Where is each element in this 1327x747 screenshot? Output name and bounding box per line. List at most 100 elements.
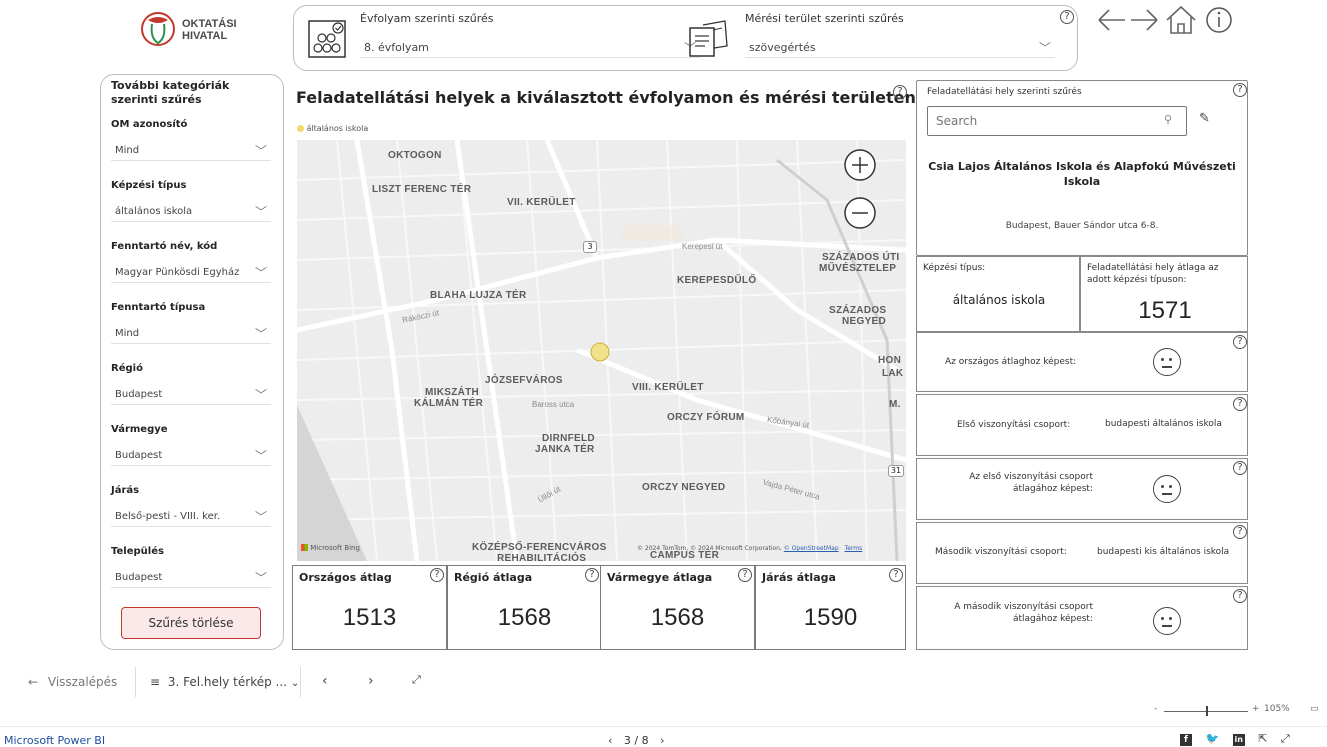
chevron-down-icon: ﹀ (254, 266, 267, 280)
arrow-right-icon[interactable] (1131, 9, 1158, 31)
sidebar-filter-select[interactable]: Budapest ﹀ (111, 568, 271, 588)
help-icon[interactable]: ? (1060, 10, 1074, 24)
prev-page-icon[interactable]: ‹ (322, 673, 328, 689)
help-icon[interactable]: ? (1233, 335, 1247, 349)
map-label-szazados-negyed-1: SZÁZADOS (829, 305, 887, 316)
info-icon[interactable] (1206, 7, 1232, 33)
terms-link[interactable]: Terms (845, 545, 863, 552)
first-group-value: budapesti általános iskola (1105, 419, 1222, 429)
bing-logo: Microsoft Bing (301, 544, 360, 552)
average-label: Járás átlaga (762, 571, 836, 584)
page-list-icon: ≡ (150, 675, 161, 689)
grade-filter-label: Évfolyam szerinti szűrés (360, 12, 494, 25)
chevron-down-icon: ﹀ (254, 327, 267, 341)
sidebar-filter-label: Vármegye (111, 424, 168, 435)
school-address: Budapest, Bauer Sándor utca 6-8. (1005, 221, 1159, 231)
help-icon[interactable]: ? (889, 568, 903, 582)
fit-page-icon[interactable]: ▭ (1310, 704, 1319, 714)
prev-page-footer-icon[interactable]: ‹ (608, 734, 612, 747)
eraser-icon[interactable]: ✎ (1199, 111, 1210, 126)
help-icon[interactable]: ? (585, 568, 599, 582)
zoom-level: 105% (1264, 704, 1290, 714)
sidebar-filter-value: Mind (115, 328, 140, 339)
map-label-lak: LAK (882, 368, 904, 379)
first-group-card: ? Első viszonyítási csoport: budapesti á… (916, 394, 1248, 456)
sidebar-filter-label: Járás (111, 485, 140, 496)
area-select[interactable]: szövegértés ﹀ (745, 38, 1055, 58)
map-label-kerepesdulo: KEREPESDŰLŐ (677, 275, 757, 286)
average-label: Országos átlag (299, 571, 392, 584)
map-label-mikszath-2: KÁLMÁN TÉR (414, 398, 484, 409)
next-page-footer-icon[interactable]: › (660, 734, 664, 747)
zoom-in-button[interactable]: + (1252, 704, 1260, 714)
help-icon[interactable]: ? (430, 568, 444, 582)
help-icon[interactable]: ? (1233, 397, 1247, 411)
road-31-badge: 31 (888, 465, 904, 477)
sidebar-filter-select[interactable]: Budapest ﹀ (111, 385, 271, 405)
twitter-icon[interactable]: 🐦 (1206, 732, 1220, 745)
sidebar-filter-select[interactable]: Mind ﹀ (111, 141, 271, 161)
facebook-icon[interactable]: f (1180, 734, 1192, 746)
sidebar-filter-select[interactable]: Belső-pesti - VIII. ker. ﹀ (111, 507, 271, 527)
help-icon[interactable]: ? (1233, 461, 1247, 475)
footer: Microsoft Power BI ‹ 3 / 8 › f 🐦 in ⇱ ⤢ (0, 726, 1327, 747)
help-icon[interactable]: ? (1233, 589, 1247, 603)
map-label-jozsefvaros: JÓZSEFVÁROS (485, 375, 563, 386)
sidebar-title: További kategóriák szerinti szűrés (111, 79, 230, 106)
second-group-label: Második viszonyítási csoport: (935, 547, 1067, 557)
area-filter-icon (689, 20, 728, 57)
home-icon[interactable] (1166, 5, 1196, 34)
linkedin-icon[interactable]: in (1232, 734, 1245, 746)
fullscreen-icon[interactable]: ⤢ (412, 673, 421, 687)
osm-link[interactable]: © OpenStreetMap (784, 545, 839, 552)
arrow-left-icon[interactable] (1098, 9, 1125, 31)
average-card: Régió átlaga? 1568 (447, 565, 602, 650)
map[interactable]: OKTOGON LISZT FERENC TÉR VII. KERÜLET SZ… (297, 140, 906, 561)
sidebar-filter-select[interactable]: általános iskola ﹀ (111, 202, 271, 222)
zoom-slider-handle[interactable] (1206, 706, 1208, 716)
search-input[interactable] (928, 107, 1158, 135)
sidebar-filter-label: Fenntartó típusa (111, 302, 206, 313)
average-value: 1568 (497, 604, 552, 631)
map-label-dirnfeld-1: DIRNFELD (542, 433, 595, 444)
pbi-nav-bar: ← Visszalépés ≡ 3. Fel.hely térkép ... ⌄… (0, 663, 1327, 703)
share-icon[interactable]: ⇱ (1258, 732, 1267, 745)
map-label-szazados-uti-1: SZÁZADOS ÚTI (822, 252, 900, 263)
zoom-out-button[interactable]: - (1154, 704, 1157, 714)
logo-line2: HIVATAL (182, 30, 228, 42)
chevron-down-icon: ﹀ (254, 144, 267, 158)
map-label-m: M. (889, 399, 901, 410)
sidebar-filter-value: Mind (115, 145, 140, 156)
back-step-button[interactable]: ← Visszalépés (28, 675, 117, 689)
place-avg-card: Feladatellátási hely átlaga az adott kép… (1080, 256, 1248, 332)
chevron-down-icon: ﹀ (254, 205, 267, 219)
search-box[interactable]: ⚲ (927, 106, 1187, 136)
sidebar-filter-select[interactable]: Mind ﹀ (111, 324, 271, 344)
clear-filters-button[interactable]: Szűrés törlése (121, 607, 261, 639)
zoom-in-icon[interactable] (843, 148, 877, 182)
expand-icon[interactable]: ⤢ (1281, 732, 1290, 745)
help-icon[interactable]: ? (738, 568, 752, 582)
help-icon[interactable]: ? (893, 85, 907, 99)
area-filter-label: Mérési terület szerinti szűrés (745, 12, 904, 25)
neutral-face-icon (1153, 348, 1181, 376)
next-page-icon[interactable]: › (368, 673, 374, 689)
sidebar-filter-select[interactable]: Magyar Pünkösdi Egyház ﹀ (111, 263, 271, 283)
help-icon[interactable]: ? (1233, 83, 1247, 97)
type-card: Képzési típus: általános iskola (916, 256, 1080, 332)
sidebar-filter-value: Budapest (115, 450, 163, 461)
brand-link[interactable]: Microsoft Power BI (4, 734, 105, 747)
zoom-out-icon[interactable] (843, 196, 877, 230)
sidebar-filter-select[interactable]: Budapest ﹀ (111, 446, 271, 466)
grade-select[interactable]: 8. évfolyam ﹀ (360, 38, 700, 58)
map-label-orczy-forum: ORCZY FÓRUM (667, 412, 745, 423)
national-compare-card: ? Az országos átlaghoz képest: (916, 332, 1248, 392)
school-name: Csia Lajos Általános Iskola és Alapfokú … (928, 160, 1236, 188)
map-street-kerepesi: Kerepesi út (682, 242, 723, 251)
average-label: Régió átlaga (454, 571, 533, 584)
page-menu[interactable]: ≡ 3. Fel.hely térkép ... ⌄ (150, 675, 299, 689)
nav-icons (1098, 5, 1232, 34)
map-title: Feladatellátási helyek a kiválasztott év… (296, 88, 916, 107)
help-icon[interactable]: ? (1233, 525, 1247, 539)
back-step-label: Visszalépés (47, 675, 118, 689)
